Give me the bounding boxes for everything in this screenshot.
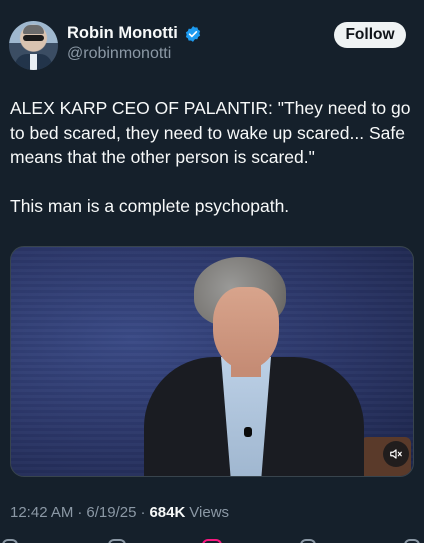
verified-badge-icon [184,25,202,43]
mute-button[interactable] [383,441,409,467]
speaker-muted-icon [390,449,402,459]
tweet-text-line: ALEX KARP CEO OF PALANTIR: "They need to… [10,98,411,167]
meta-separator: · [77,504,83,521]
tweet-date[interactable]: 6/19/25 [86,504,136,521]
reply-icon[interactable] [2,539,18,543]
author-name-row[interactable]: Robin Monotti [67,24,202,43]
tweet-page: Robin Monotti @robinmonotti Follow ALEX … [0,0,424,543]
avatar-glasses [23,35,44,41]
display-name[interactable]: Robin Monotti [67,24,178,43]
meta-separator: · [140,504,146,521]
tweet-text: ALEX KARP CEO OF PALANTIR: "They need to… [10,96,414,218]
repost-icon[interactable] [108,539,126,543]
avatar-shirt [30,54,37,70]
views-count: 684K [149,504,186,521]
views-label: Views [189,504,230,521]
like-icon[interactable] [202,539,222,543]
bookmark-icon[interactable] [300,539,316,543]
action-bar [0,536,424,543]
tweet-text-line: This man is a complete psychopath. [10,195,290,216]
share-icon[interactable] [404,539,420,543]
follow-button[interactable]: Follow [334,22,406,48]
tweet-meta: 12:42 AM · 6/19/25 · 684K Views [10,504,229,521]
video-person-face [213,287,279,369]
user-handle[interactable]: @robinmonotti [67,45,171,63]
video-player[interactable] [10,246,414,477]
tweet-time[interactable]: 12:42 AM [10,504,73,521]
avatar[interactable] [9,21,58,70]
avatar-hair [23,25,44,34]
video-microphone [244,427,252,437]
